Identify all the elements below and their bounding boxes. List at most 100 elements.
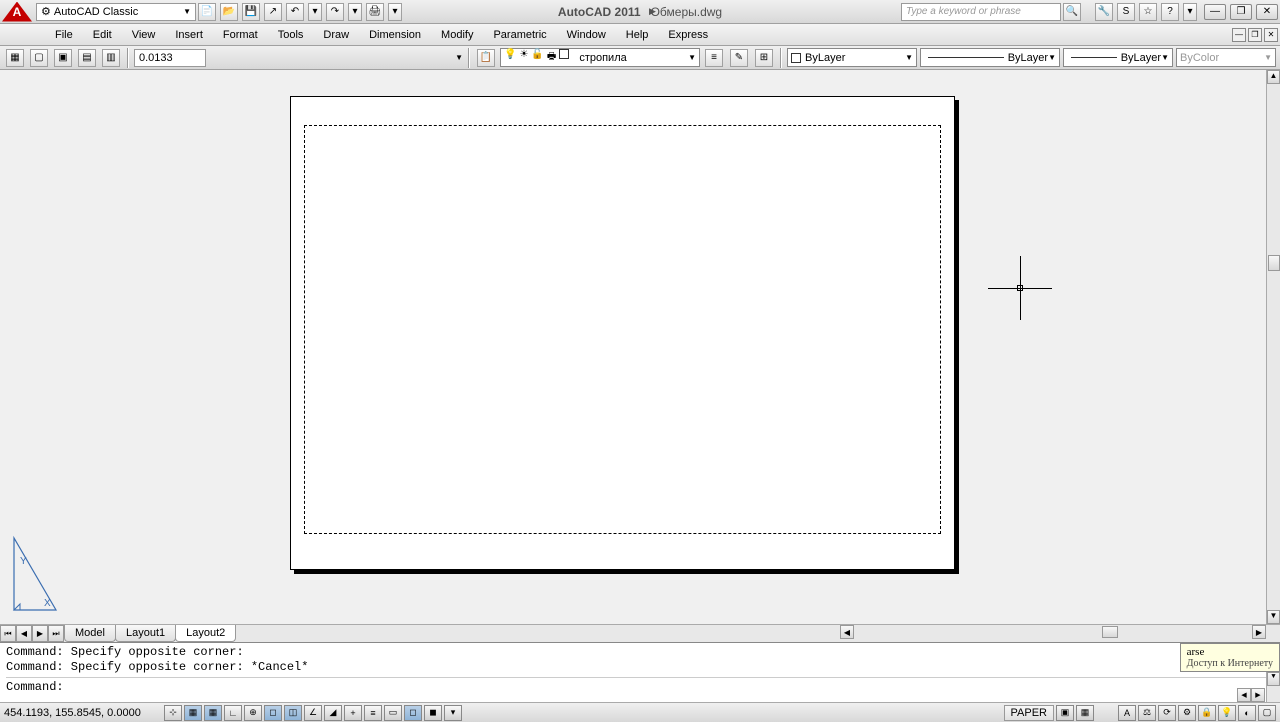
tab-layout1[interactable]: Layout1: [115, 625, 176, 642]
quickview-drawings-button[interactable]: ▦: [1076, 705, 1094, 721]
redo-dropdown[interactable]: ▾: [348, 3, 362, 21]
tool-icon-4[interactable]: ▤: [78, 49, 96, 67]
menu-tools[interactable]: Tools: [268, 26, 314, 44]
ortho-button[interactable]: ∟: [224, 705, 242, 721]
menu-express[interactable]: Express: [658, 26, 718, 44]
toolbar-lock-button[interactable]: 🔒: [1198, 705, 1216, 721]
status-coordinates[interactable]: 454.1193, 155.8545, 0.0000: [4, 707, 164, 719]
hardware-accel-button[interactable]: 💡: [1218, 705, 1236, 721]
tool-icon-2[interactable]: ▢: [30, 49, 48, 67]
qp-button[interactable]: ◻: [404, 705, 422, 721]
exchange-button[interactable]: 🔧: [1095, 3, 1113, 21]
layer-tool-3[interactable]: ⊞: [755, 49, 773, 67]
lineweight-combo[interactable]: ByLayer ▼: [1063, 48, 1173, 67]
linetype-combo[interactable]: ByLayer ▼: [920, 48, 1060, 67]
tool-icon-1[interactable]: ▦: [6, 49, 24, 67]
tool-icon-5[interactable]: ▥: [102, 49, 120, 67]
tab-layout2[interactable]: Layout2: [175, 625, 236, 642]
menu-parametric[interactable]: Parametric: [483, 26, 556, 44]
layer-combo[interactable]: 💡 ☀ 🔓 🖶 стропила ▼: [500, 48, 700, 67]
layer-tool-2[interactable]: ✎: [730, 49, 748, 67]
annotation-visibility-button[interactable]: ⚖: [1138, 705, 1156, 721]
color-combo[interactable]: ByLayer ▼: [787, 48, 917, 67]
tab-first-button[interactable]: ⏮: [0, 625, 16, 642]
search-input[interactable]: Type a keyword or phrase: [901, 3, 1061, 21]
tool-icon-3[interactable]: ▣: [54, 49, 72, 67]
scroll-left-button[interactable]: ◀: [1237, 688, 1251, 702]
drawing-area[interactable]: Y X ▲ ▼: [0, 70, 1280, 624]
hscroll-thumb[interactable]: [1102, 626, 1118, 638]
undo-button[interactable]: ↶: [286, 3, 304, 21]
quickview-layouts-button[interactable]: ▣: [1056, 705, 1074, 721]
tab-next-button[interactable]: ▶: [32, 625, 48, 642]
print-dropdown[interactable]: ▾: [388, 3, 402, 21]
dyn-button[interactable]: +: [344, 705, 362, 721]
ducs-button[interactable]: ◢: [324, 705, 342, 721]
doc-minimize-button[interactable]: —: [1232, 28, 1246, 42]
doc-restore-button[interactable]: ❐: [1248, 28, 1262, 42]
print-button[interactable]: 🖨: [366, 3, 384, 21]
menu-dimension[interactable]: Dimension: [359, 26, 431, 44]
saveas-button[interactable]: ↗: [264, 3, 282, 21]
menu-help[interactable]: Help: [616, 26, 659, 44]
plotstyle-combo[interactable]: ByColor ▼: [1176, 48, 1276, 67]
favorites-button[interactable]: ☆: [1139, 3, 1157, 21]
maximize-button[interactable]: ❐: [1230, 4, 1252, 20]
chevron-down-icon[interactable]: ▼: [455, 53, 463, 62]
more-button[interactable]: ▾: [444, 705, 462, 721]
command-window[interactable]: Command: Specify opposite corner: Comman…: [0, 642, 1280, 702]
scroll-left-button[interactable]: ◀: [840, 625, 854, 639]
vscroll-thumb[interactable]: [1268, 255, 1280, 271]
infer-button[interactable]: ⊹: [164, 705, 182, 721]
help-dropdown[interactable]: ▾: [1183, 3, 1197, 21]
otrack-button[interactable]: ∠: [304, 705, 322, 721]
help-button[interactable]: ?: [1161, 3, 1179, 21]
app-logo-icon[interactable]: A: [2, 2, 32, 22]
menu-modify[interactable]: Modify: [431, 26, 483, 44]
menu-draw[interactable]: Draw: [313, 26, 359, 44]
isolate-button[interactable]: ◐: [1238, 705, 1256, 721]
tab-last-button[interactable]: ⏭: [48, 625, 64, 642]
scroll-right-button[interactable]: ▶: [1251, 688, 1265, 702]
open-button[interactable]: 📂: [220, 3, 238, 21]
annotation-scale-button[interactable]: A: [1118, 705, 1136, 721]
scroll-down-button[interactable]: ▼: [1267, 610, 1280, 624]
save-button[interactable]: 💾: [242, 3, 260, 21]
layer-tool-1[interactable]: ≡: [705, 49, 723, 67]
tab-prev-button[interactable]: ◀: [16, 625, 32, 642]
tpy-button[interactable]: ▭: [384, 705, 402, 721]
grid-button[interactable]: ▦: [204, 705, 222, 721]
vertical-scrollbar[interactable]: ▲ ▼: [1266, 70, 1280, 624]
scroll-right-button[interactable]: ▶: [1252, 625, 1266, 639]
doc-close-button[interactable]: ✕: [1264, 28, 1278, 42]
osnap-button[interactable]: ◻: [264, 705, 282, 721]
sc-button[interactable]: ◼: [424, 705, 442, 721]
space-indicator[interactable]: PAPER: [1004, 705, 1054, 721]
layer-props-button[interactable]: 📋: [477, 49, 495, 67]
snap-button[interactable]: ▦: [184, 705, 202, 721]
menu-view[interactable]: View: [122, 26, 166, 44]
lineweight-input[interactable]: [134, 49, 206, 67]
undo-dropdown[interactable]: ▾: [308, 3, 322, 21]
subscription-button[interactable]: S: [1117, 3, 1135, 21]
close-button[interactable]: ✕: [1256, 4, 1278, 20]
command-prompt[interactable]: Command:: [6, 677, 1274, 695]
workspace-selector[interactable]: ⚙ AutoCAD Classic ▼: [36, 3, 196, 21]
menu-file[interactable]: File: [45, 26, 83, 44]
menu-window[interactable]: Window: [557, 26, 616, 44]
workspace-switch-button[interactable]: ⚙: [1178, 705, 1196, 721]
scroll-down-button[interactable]: ▼: [1267, 672, 1280, 686]
menu-insert[interactable]: Insert: [165, 26, 213, 44]
minimize-button[interactable]: —: [1204, 4, 1226, 20]
clean-screen-button[interactable]: ▢: [1258, 705, 1276, 721]
lwt-button[interactable]: ≡: [364, 705, 382, 721]
polar-button[interactable]: ⊕: [244, 705, 262, 721]
annotation-auto-button[interactable]: ⟳: [1158, 705, 1176, 721]
horizontal-scrollbar[interactable]: ◀ ▶: [840, 625, 1266, 639]
menu-format[interactable]: Format: [213, 26, 268, 44]
menu-edit[interactable]: Edit: [83, 26, 122, 44]
scroll-up-button[interactable]: ▲: [1267, 70, 1280, 84]
tab-model[interactable]: Model: [64, 625, 116, 642]
redo-button[interactable]: ↷: [326, 3, 344, 21]
search-button[interactable]: 🔍: [1063, 3, 1081, 21]
